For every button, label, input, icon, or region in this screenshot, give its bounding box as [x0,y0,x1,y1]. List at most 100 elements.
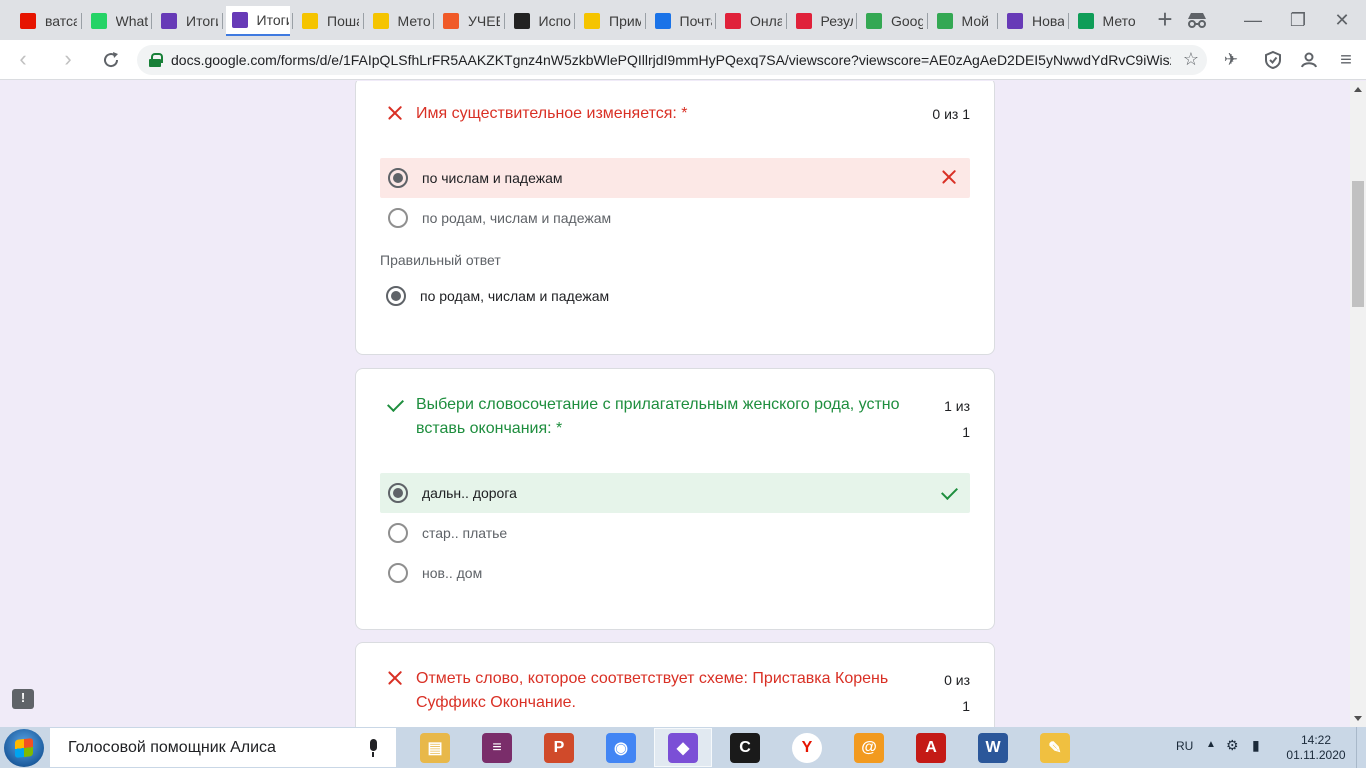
taskbar-app-ccleaner[interactable]: C [716,728,774,767]
scrollbar-thumb[interactable] [1352,181,1364,307]
option-label: по родам, числам и падежам [420,288,610,304]
taskbar-app-paint[interactable]: ✎ [1026,728,1084,767]
browser-tab[interactable]: Методика [367,6,432,36]
question-score: 1 из 1 [922,393,970,445]
browser-tab[interactable]: Испо [508,6,573,36]
tab-title: Онлайн [750,13,782,29]
ccleaner-icon: C [730,732,760,763]
question-score: 0 из 1 [932,106,970,122]
extension-bird-icon[interactable]: ✈ [1221,50,1241,70]
tray-expand-icon[interactable]: ▲ [1206,739,1216,768]
url-text: docs.google.com/forms/d/e/1FAIpQLSfhLrFR… [171,52,1171,68]
answer-option: стар.. платье [380,513,970,553]
tab-title: Новая [1032,13,1064,29]
drive-icon [866,13,882,29]
feedback-icon[interactable]: ! [12,689,34,709]
page-scrollbar[interactable] [1350,81,1366,727]
gem-app-icon: ◆ [668,732,698,763]
mail-agent-icon: @ [854,732,884,763]
browser-tab[interactable]: Итоги [225,6,290,36]
system-clock[interactable]: 14:22 01.11.2020 [1286,733,1346,763]
option-label: дальн.. дорога [422,485,517,501]
drive-icon [936,13,953,29]
new-tab-button[interactable]: + [1153,6,1177,32]
address-bar[interactable]: docs.google.com/forms/d/e/1FAIpQLSfhLrFR… [137,45,1207,75]
tab-separator [644,13,646,29]
browser-tab[interactable]: ватсап [14,6,79,36]
incorrect-icon [384,667,406,689]
taskbar-app-winrar[interactable]: ≡ [468,728,526,767]
explorer-icon: ▤ [420,732,450,763]
microphone-icon[interactable] [368,738,378,757]
tab-separator [221,13,223,29]
restore-icon[interactable]: ❐ [1288,10,1308,30]
taskbar-app-powerpoint-viewer[interactable]: P [530,728,588,767]
tab-title: Методика [397,13,430,29]
tab-title: Мой [961,13,989,29]
question-card: Имя существительное изменяется: * 0 из 1… [355,81,995,355]
browser-tab[interactable]: WhatsApp [85,6,150,36]
shield-extension-icon[interactable] [1263,50,1283,70]
close-window-icon[interactable]: ✕ [1332,10,1352,30]
browser-tab[interactable]: Google [860,6,925,36]
taskbar-app-word[interactable]: W [964,728,1022,767]
taskbar-app-explorer[interactable]: ▤ [406,728,464,767]
start-button[interactable] [4,729,44,767]
scroll-up-icon[interactable] [1354,87,1362,92]
answer-option: по числам и падежам [380,158,970,198]
tab-separator [997,13,998,29]
tray-app-icon[interactable]: ⚙ [1226,737,1239,768]
question-score: 0 из 1 [922,667,970,719]
tab-separator [362,13,364,29]
taskbar-app-acrobat[interactable]: A [902,728,960,767]
radio-unselected-icon [388,208,408,228]
word-icon: W [978,732,1008,763]
tab-title: Итоги [256,12,289,28]
forward-icon[interactable]: › [57,48,79,71]
score-text: 0 из [944,672,970,688]
incognito-icon[interactable] [1186,12,1208,28]
chrome-icon: ◉ [606,732,636,763]
browser-tab[interactable]: Мой [931,6,996,36]
minimize-icon[interactable]: — [1243,10,1263,30]
taskbar-app-gem-app[interactable]: ◆ [654,728,712,767]
taskbar-app-chrome[interactable]: ◉ [592,728,650,767]
tab-separator [292,13,293,29]
tab-separator [785,13,787,29]
bookmark-star-icon[interactable]: ☆ [1183,49,1199,70]
score-total: 1 [962,424,970,440]
browser-tab[interactable]: Приме [578,6,643,36]
clock-time: 14:22 [1300,733,1332,747]
menu-icon[interactable]: ≡ [1336,50,1356,70]
radio-selected-icon [386,286,406,306]
tab-title: Почта [679,13,712,29]
browser-tab[interactable]: Онлайн [719,6,784,36]
uchebnik-icon [443,13,459,29]
question-title: Имя существительное изменяется: * [416,105,688,122]
browser-tab[interactable]: УЧЕБНИК [437,6,502,36]
yandex-school-icon [372,13,389,29]
forms-icon [161,13,177,29]
profile-icon[interactable] [1299,50,1319,70]
taskbar: Голосовой помощник Алиса RU ▲ ⚙ ▮ 14:22 … [0,727,1366,768]
browser-tab[interactable]: Методика [1072,6,1137,36]
option-label: стар.. платье [422,525,508,541]
browser-tab[interactable]: Итоги [155,6,220,36]
tab-title: ватсап [45,13,77,29]
question-card: Отметь слово, которое соответствует схем… [355,642,995,727]
taskbar-app-mail-agent[interactable]: @ [840,728,898,767]
back-icon[interactable]: ‹ [12,48,34,71]
browser-tab[interactable]: Почта [649,6,714,36]
incorrect-icon [938,166,962,190]
alice-search-box[interactable]: Голосовой помощник Алиса [50,728,396,767]
language-indicator[interactable]: RU [1176,739,1193,768]
browser-tab[interactable]: Новая [1001,6,1066,36]
browser-tab[interactable]: Пошаговое [296,6,361,36]
reload-icon[interactable] [101,50,121,70]
tab-title: Приме [609,13,641,29]
browser-tab[interactable]: Резуль [790,6,855,36]
scroll-down-icon[interactable] [1354,716,1362,721]
taskbar-app-yandex-browser[interactable]: Y [778,728,836,767]
network-signal-icon[interactable]: ▮ [1252,737,1260,768]
show-desktop-button[interactable] [1356,727,1366,768]
